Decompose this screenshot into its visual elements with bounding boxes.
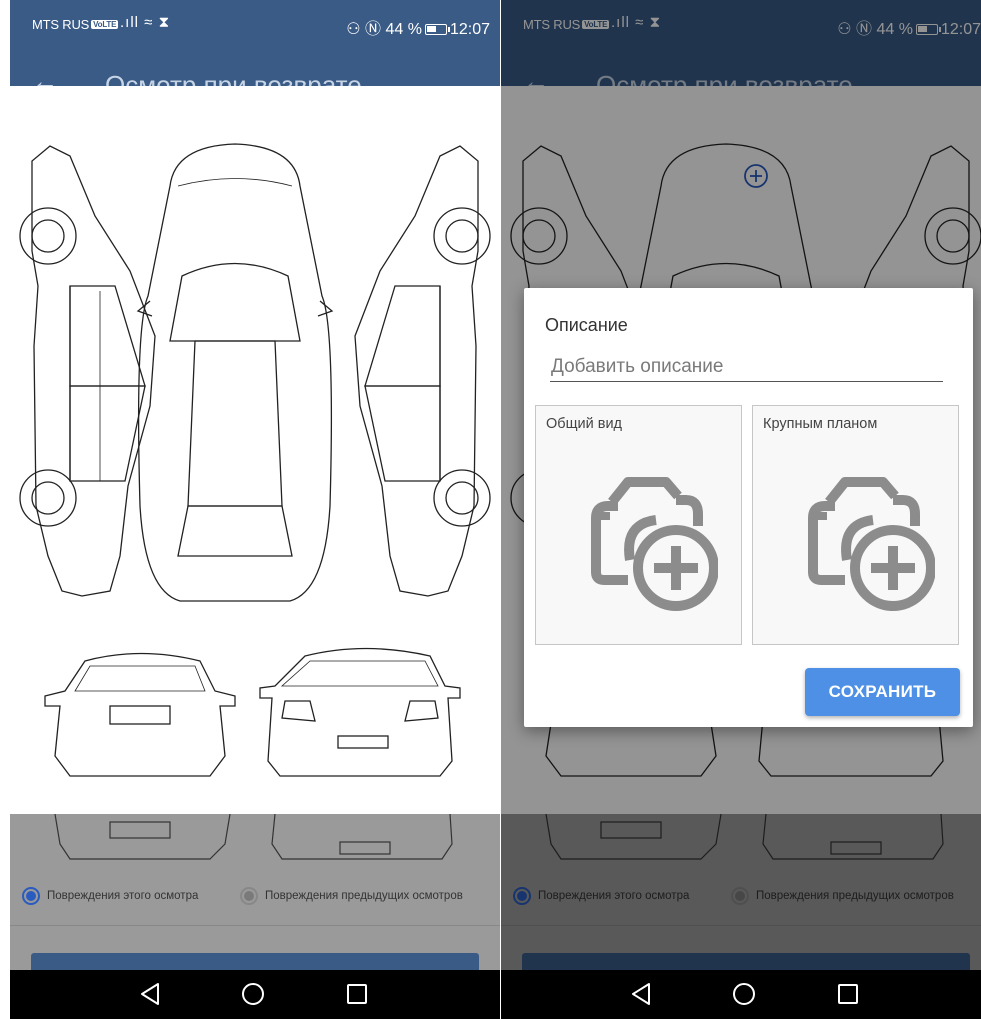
damage-filter: Повреждения этого осмотра Повреждения пр… — [10, 887, 500, 913]
close-up-photo-slot[interactable]: Крупным планом — [752, 405, 959, 645]
radio-unselected-icon — [240, 887, 258, 905]
volte-badge: VoLTE — [91, 20, 119, 29]
clock: 12:07 — [449, 21, 490, 38]
battery-icon — [424, 24, 450, 35]
car-side-left[interactable] — [19, 145, 156, 597]
close-up-label: Крупным планом — [763, 416, 878, 432]
nav-recents-icon[interactable] — [828, 979, 868, 1009]
car-top-view[interactable] — [136, 143, 334, 602]
save-button[interactable]: СОХРАНИТЬ — [805, 668, 960, 716]
nav-back-icon[interactable] — [130, 979, 170, 1009]
general-view-label: Общий вид — [546, 416, 623, 432]
divider — [10, 925, 500, 926]
camera-add-icon — [591, 477, 718, 611]
car-side-right[interactable] — [354, 145, 491, 597]
status-indicators: ⚇ Ⓝ 44 % — [346, 21, 422, 38]
page-title: Осмотр при возврате — [105, 70, 362, 86]
radio-selected-icon — [22, 887, 40, 905]
back-arrow-icon[interactable]: ← — [32, 68, 58, 86]
car-damage-diagram[interactable] — [10, 86, 500, 814]
description-input[interactable] — [550, 352, 943, 382]
android-nav-bar — [501, 970, 981, 1019]
status-bar: MTS RUS VoLTE .ıll ≈ ⧗ ⚇ Ⓝ 44 % 12:07 — [10, 0, 500, 56]
status-right: ⚇ Ⓝ 44 % 12:07 — [346, 15, 490, 39]
description-label: Описание — [545, 315, 628, 335]
damage-description-dialog: Описание Общий вид Крупным планом — [524, 288, 973, 727]
car-front-view[interactable] — [259, 647, 461, 777]
screen-damage-dialog: MTS RUS VoLTE .ıll ≈ ⧗ ⚇ Ⓝ 44 % 12:07 ← Ос… — [501, 0, 981, 1019]
android-nav-bar — [10, 970, 500, 1019]
car-views-strip — [54, 814, 453, 860]
carrier-label: MTS RUS VoLTE — [32, 17, 119, 32]
nav-home-icon[interactable] — [724, 979, 764, 1009]
app-bar: ← Осмотр при возврате — [10, 56, 500, 86]
radio-previous-label: Повреждения предыдущих осмотров — [265, 890, 463, 902]
screen-car-diagram: MTS RUS VoLTE .ıll ≈ ⧗ ⚇ Ⓝ 44 % 12:07 ← Ос… — [10, 0, 500, 1019]
radio-previous-inspections[interactable]: Повреждения предыдущих осмотров — [240, 887, 463, 905]
primary-action-button[interactable] — [31, 953, 479, 971]
nav-home-icon[interactable] — [233, 979, 273, 1009]
nav-back-icon[interactable] — [621, 979, 661, 1009]
bottom-panel: Повреждения этого осмотра Повреждения пр… — [10, 814, 500, 971]
general-view-photo-slot[interactable]: Общий вид — [535, 405, 742, 645]
radio-current-inspection[interactable]: Повреждения этого осмотра — [22, 887, 198, 905]
nav-recents-icon[interactable] — [337, 979, 377, 1009]
radio-current-label: Повреждения этого осмотра — [47, 890, 199, 902]
camera-add-icon — [808, 477, 935, 611]
car-rear-view[interactable] — [44, 652, 236, 777]
signal-icons: .ıll ≈ ⧗ — [120, 14, 171, 31]
